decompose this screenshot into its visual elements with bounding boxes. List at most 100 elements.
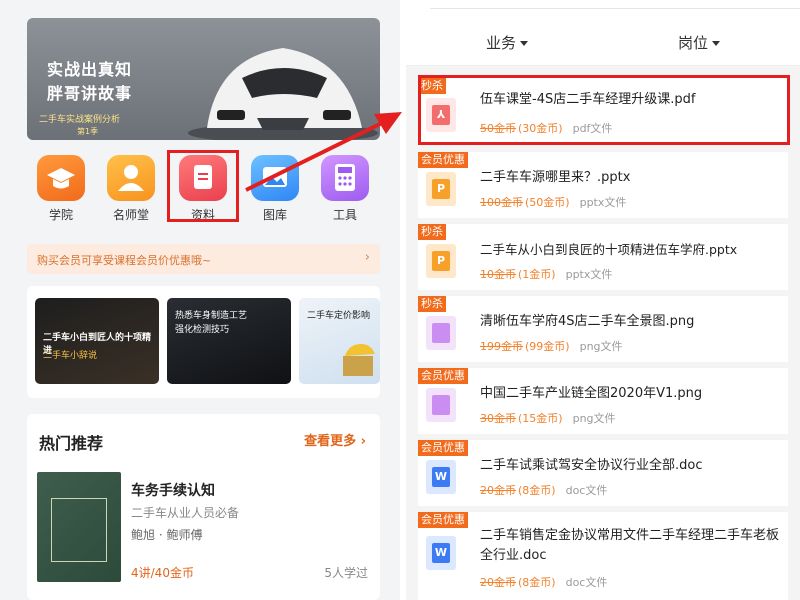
hero-banner[interactable]: 实战出真知 胖哥讲故事 二手车实战案例分析 第1季 [27, 18, 380, 140]
image-file-icon [426, 388, 456, 422]
filter-bar: 业务 岗位 [406, 0, 800, 66]
picture-icon [251, 155, 299, 201]
file-price: 100金币 (50金币) pptx文件 [480, 194, 626, 210]
dropdown-caret-icon [520, 41, 529, 46]
file-type: doc文件 [565, 484, 608, 497]
member-discount-badge: 会员优惠 [418, 512, 468, 528]
sale-price: (15金币) [518, 412, 563, 425]
course-card-subtitle: 二手车小辞说 [43, 351, 98, 361]
ppt-file-icon: P [426, 172, 456, 206]
file-type: png文件 [579, 340, 623, 353]
coin-car-icon [343, 344, 375, 376]
file-price: 20金币 (8金币) doc文件 [480, 574, 607, 590]
highlight-box-file [418, 75, 790, 145]
original-price: 199金币 [480, 340, 523, 353]
file-type: pptx文件 [579, 196, 627, 209]
course-subtitle: 二手车从业人员必备 [131, 506, 240, 520]
file-price: 10金币 (1金币) pptx文件 [480, 266, 612, 282]
category-gallery[interactable]: 图库 [245, 155, 305, 223]
file-price: 20金币 (8金币) doc文件 [480, 482, 607, 498]
course-card-title: 热悉车身制造工艺 [175, 311, 248, 321]
category-label: 学院 [48, 208, 73, 222]
left-phone-screen: 实战出真知 胖哥讲故事 二手车实战案例分析 第1季 学院 名师堂 资料 图库 工… [0, 0, 400, 600]
see-more-link[interactable]: 查看更多 › [304, 430, 366, 449]
banner-subtitle: 二手车实战案例分析 [39, 115, 121, 125]
hot-recommend-section: 热门推荐 查看更多 › 车务手续认知 二手车从业人员必备 鲍旭 · 鲍师傅 4讲… [27, 414, 380, 600]
original-price: 20金币 [480, 484, 516, 497]
file-name: 二手车车源哪里来？.pptx [480, 170, 631, 185]
flash-sale-badge: 秒杀 [418, 224, 446, 240]
file-item[interactable]: 秒杀 P 二手车从小白到良匠的十项精进伍车学府.pptx 10金币 (1金币) pp… [418, 224, 788, 290]
file-item[interactable]: 会员优惠 W 二手车试乘试驾安全协议行业全部.doc 20金币 (8金币) doc文… [418, 440, 788, 506]
member-discount-badge: 会员优惠 [418, 368, 468, 384]
category-academy[interactable]: 学院 [31, 155, 91, 223]
section-title: 热门推荐 [39, 434, 104, 453]
category-label: 名师堂 [112, 208, 149, 222]
file-item[interactable]: 会员优惠 P 二手车车源哪里来？.pptx 100金币 (50金币) pptx文件 [418, 152, 788, 218]
ppt-file-icon: P [426, 244, 456, 278]
member-discount-badge: 会员优惠 [418, 152, 468, 168]
filter-label: 业务 [486, 34, 517, 52]
member-promo-bar[interactable]: 购买会员可享受课程会员价优惠哦~ › [27, 244, 380, 274]
file-name: 清晰伍车学府4S店二手车全景图.png [480, 314, 695, 329]
file-price: 199金币 (99金币) png文件 [480, 338, 623, 354]
sale-price: (50金币) [525, 196, 570, 209]
category-label: 工具 [332, 208, 357, 222]
file-item[interactable]: 秒杀 清晰伍车学府4S店二手车全景图.png 199金币 (99金币) png文件 [418, 296, 788, 362]
file-item[interactable]: 会员优惠 W 二手车销售定金协议常用文件二手车经理二手车老板全行业.doc 20… [418, 512, 788, 600]
original-price: 30金币 [480, 412, 516, 425]
banner-title-1: 实战出真知 [47, 60, 133, 79]
file-type: pptx文件 [565, 268, 613, 281]
course-card-subtitle: 强化检测技巧 [175, 325, 230, 335]
course-carousel: 二手车小白到匠人的十项精进 二手车小辞说 热悉车身制造工艺 强化检测技巧 二手车… [27, 286, 380, 398]
category-nav: 学院 名师堂 资料 图库 工具 [27, 150, 380, 230]
highlight-box-materials [167, 150, 239, 222]
see-more-label: 查看更多 [304, 434, 357, 449]
file-name: 二手车试乘试驾安全协议行业全部.doc [480, 458, 703, 473]
course-authors: 鲍旭 · 鲍师傅 [131, 528, 203, 542]
image-file-icon [426, 316, 456, 350]
course-card[interactable]: 热悉车身制造工艺 强化检测技巧 [167, 298, 291, 384]
calculator-icon [321, 155, 369, 201]
original-price: 10金币 [480, 268, 516, 281]
sale-price: (1金币) [518, 268, 556, 281]
category-label: 图库 [262, 208, 287, 222]
word-file-icon: W [426, 536, 456, 570]
right-phone-screen: 业务 岗位 秒杀 ⅄ 伍车课堂-4S店二手车经理升级课.pdf 50金币 (30金… [406, 0, 800, 600]
chevron-right-icon: › [364, 250, 370, 265]
word-file-icon: W [426, 460, 456, 494]
course-card[interactable]: 二手车定价影响 [299, 298, 380, 384]
file-type: doc文件 [565, 576, 608, 589]
course-title[interactable]: 车务手续认知 [131, 480, 215, 500]
file-item[interactable]: 会员优惠 中国二手车产业链全图2020年V1.png 30金币 (15金币) png… [418, 368, 788, 434]
filter-label: 岗位 [678, 34, 709, 52]
file-name: 二手车从小白到良匠的十项精进伍车学府.pptx [480, 242, 738, 257]
course-cover-image [37, 472, 121, 582]
file-name: 二手车销售定金协议常用文件二手车经理二手车老板全行业.doc [480, 528, 780, 563]
member-discount-badge: 会员优惠 [418, 440, 468, 456]
teacher-icon [107, 155, 155, 201]
original-price: 20金币 [480, 576, 516, 589]
graduation-cap-icon [37, 155, 85, 201]
file-name: 中国二手车产业链全图2020年V1.png [480, 386, 703, 401]
flash-sale-badge: 秒杀 [418, 296, 446, 312]
promo-text: 购买会员可享受课程会员价优惠哦~ [37, 254, 212, 267]
course-learners: 5人学过 [324, 566, 368, 580]
course-card-title: 二手车定价影响 [307, 311, 371, 321]
category-tools[interactable]: 工具 [315, 155, 375, 223]
filter-position[interactable]: 岗位 [678, 32, 721, 53]
banner-title-2: 胖哥讲故事 [47, 84, 133, 103]
file-price: 30金币 (15金币) png文件 [480, 410, 616, 426]
course-price: 4讲/40金币 [131, 566, 194, 580]
dropdown-caret-icon [712, 41, 721, 46]
banner-season: 第1季 [77, 127, 99, 136]
sports-car-image [188, 48, 378, 140]
sale-price: (8金币) [518, 576, 556, 589]
filter-business[interactable]: 业务 [486, 32, 529, 53]
sale-price: (99金币) [525, 340, 570, 353]
original-price: 100金币 [480, 196, 523, 209]
course-card[interactable]: 二手车小白到匠人的十项精进 二手车小辞说 [35, 298, 159, 384]
category-teachers[interactable]: 名师堂 [101, 155, 161, 223]
file-type: png文件 [572, 412, 616, 425]
sale-price: (8金币) [518, 484, 556, 497]
